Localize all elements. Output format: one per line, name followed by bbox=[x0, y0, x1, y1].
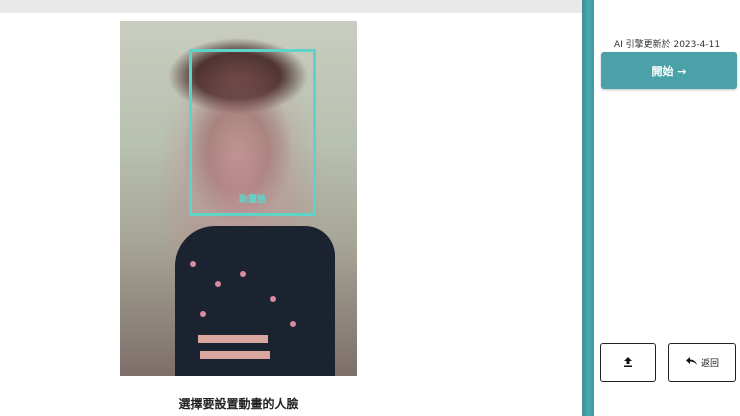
face-selection-box[interactable]: 動畫臉 bbox=[189, 49, 316, 216]
upload-button[interactable] bbox=[600, 343, 656, 382]
start-button[interactable]: 開始 → bbox=[601, 52, 737, 89]
photo-flower bbox=[270, 296, 276, 302]
undo-icon bbox=[685, 356, 698, 369]
photo-flower bbox=[215, 281, 221, 287]
page-caption: 選擇要設置動畫的人臉 bbox=[178, 397, 299, 411]
face-label: 動畫臉 bbox=[238, 195, 266, 205]
photo-flower bbox=[240, 271, 246, 277]
upload-icon bbox=[622, 353, 634, 372]
photo-flower bbox=[290, 321, 296, 327]
back-button[interactable]: 返回 bbox=[668, 343, 736, 382]
sidebar: AI 引擎更新於 2023-4-11 開始 → 返回 bbox=[594, 0, 740, 416]
back-label: 返回 bbox=[700, 359, 719, 369]
photo-flower bbox=[190, 261, 196, 267]
photo-stripe bbox=[198, 335, 268, 343]
engine-update-text: AI 引擎更新於 2023-4-11 bbox=[613, 40, 721, 50]
photo-stripe bbox=[200, 351, 270, 359]
top-bar bbox=[0, 0, 582, 13]
panel-divider bbox=[582, 0, 594, 416]
photo-flower bbox=[200, 311, 206, 317]
